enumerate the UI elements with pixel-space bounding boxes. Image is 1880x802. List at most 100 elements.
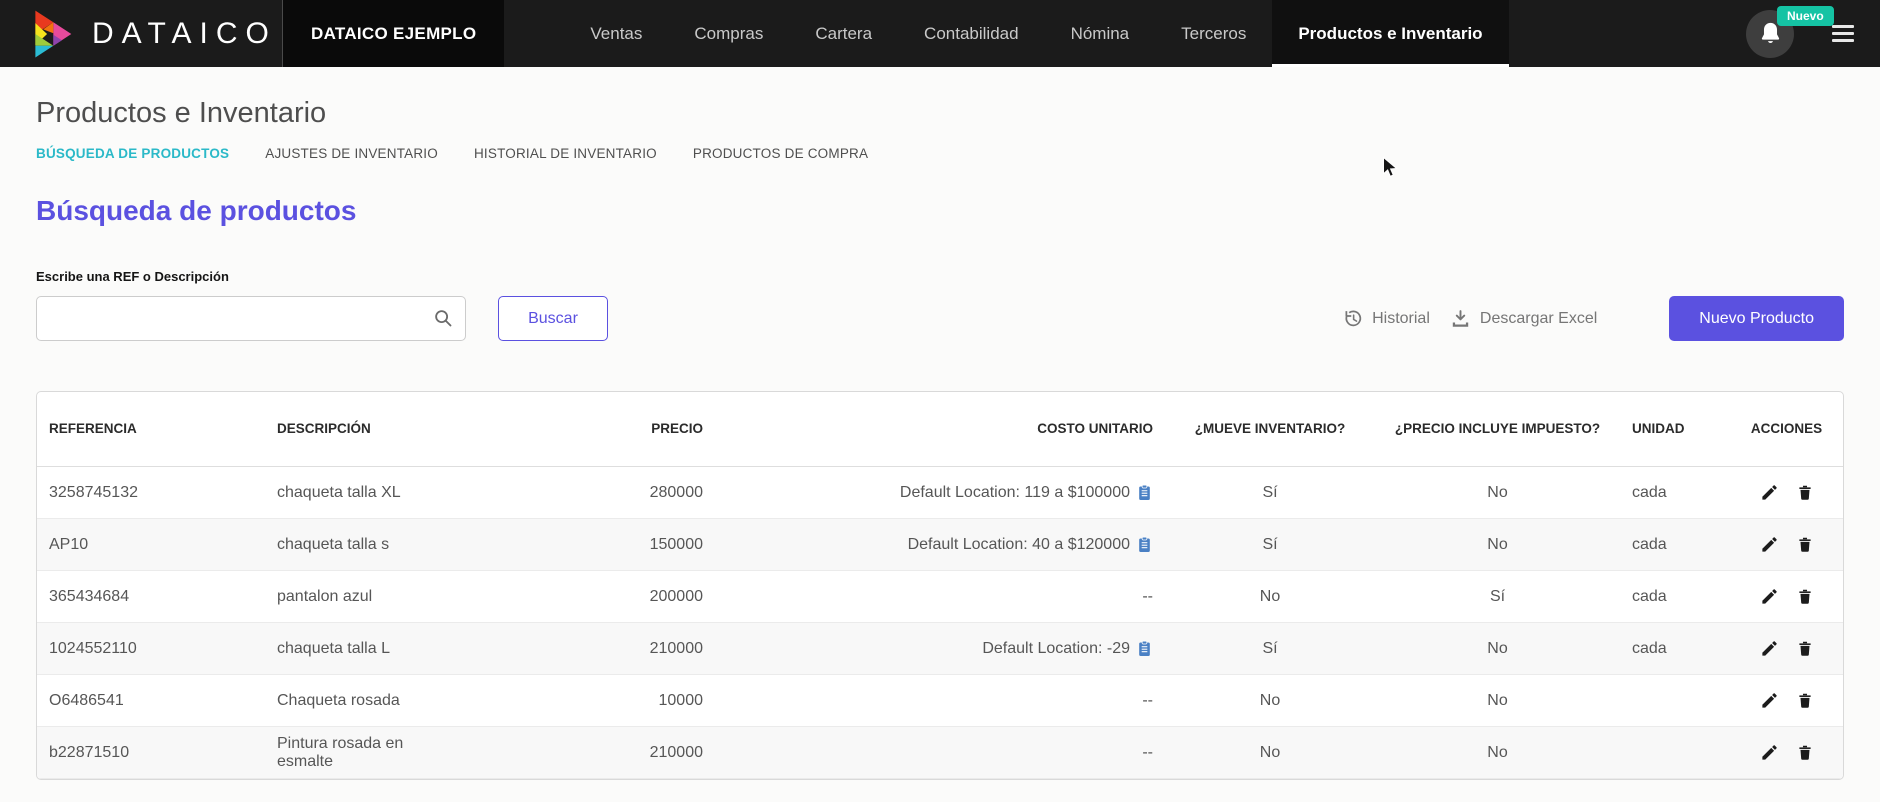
cell-acciones (1730, 467, 1843, 518)
top-navbar: DATAICO DATAICO EJEMPLO Ventas Compras Car… (0, 0, 1880, 67)
nav-item-nomina[interactable]: Nómina (1045, 0, 1156, 67)
historial-label: Historial (1372, 309, 1430, 327)
cell-precio-incluye-impuesto: No (1487, 743, 1508, 761)
table-row: O6486541 Chaqueta rosada 10000 -- No No (37, 675, 1843, 727)
cell-unidad (1620, 675, 1730, 726)
delete-trash-icon[interactable] (1796, 587, 1814, 606)
cell-descripcion: pantalon azul (277, 587, 373, 605)
tab-ajustes-de-inventario[interactable]: AJUSTES DE INVENTARIO (265, 146, 438, 161)
nuevo-producto-button[interactable]: Nuevo Producto (1669, 296, 1844, 341)
costo-text: -- (1142, 587, 1153, 605)
navbar-right: Nuevo (1746, 0, 1854, 67)
column-header-referencia: REFERENCIA (49, 420, 137, 436)
cell-precio-incluye-impuesto: Sí (1489, 587, 1506, 605)
edit-pencil-icon[interactable] (1760, 691, 1779, 710)
costo-text: -- (1142, 743, 1153, 761)
nuevo-badge: Nuevo (1777, 5, 1834, 26)
edit-pencil-icon[interactable] (1760, 587, 1779, 606)
cell-costo-unitario: -- (715, 571, 1165, 622)
nav-item-ventas[interactable]: Ventas (564, 0, 668, 67)
column-header-costo-unitario: COSTO UNITARIO (1037, 420, 1153, 436)
cell-descripcion: chaqueta talla L (277, 639, 390, 657)
column-header-descripcion: DESCRIPCIÓN (277, 420, 371, 436)
products-table: REFERENCIA DESCRIPCIÓN PRECIO COSTO UNITARI… (36, 391, 1844, 780)
cell-acciones (1730, 519, 1843, 570)
brand-logo[interactable]: DATAICO (0, 0, 282, 67)
cell-precio-incluye-impuesto: No (1487, 639, 1508, 657)
cell-acciones (1730, 571, 1843, 622)
section-title: Búsqueda de productos (36, 195, 357, 226)
main-nav: Ventas Compras Cartera Contabilidad Nómina Te… (564, 0, 1509, 67)
nav-item-contabilidad[interactable]: Contabilidad (898, 0, 1045, 67)
download-icon (1450, 308, 1471, 329)
sub-tabs: BÚSQUEDA DE PRODUCTOS AJUSTES DE INVENTAR… (36, 146, 1844, 161)
cell-costo-unitario: Default Location: 40 a $120000 (715, 519, 1165, 570)
column-header-precio: PRECIO (651, 420, 703, 436)
cell-mueve-inventario: Sí (1262, 483, 1278, 501)
delete-trash-icon[interactable] (1796, 743, 1814, 762)
tab-productos-de-compra[interactable]: PRODUCTOS DE COMPRA (693, 146, 868, 161)
cell-descripcion: chaqueta talla s (277, 535, 390, 553)
company-name[interactable]: DATAICO EJEMPLO (282, 0, 505, 67)
cell-costo-unitario: -- (715, 675, 1165, 726)
costo-text: -- (1142, 691, 1153, 709)
cell-precio-incluye-impuesto: No (1487, 535, 1508, 553)
delete-trash-icon[interactable] (1796, 639, 1814, 658)
delete-trash-icon[interactable] (1796, 535, 1814, 554)
page-title: Productos e Inventario (36, 97, 327, 129)
cell-referencia: 1024552110 (49, 639, 137, 657)
descargar-excel-link[interactable]: Descargar Excel (1450, 308, 1597, 329)
inventory-clipboard-icon[interactable] (1136, 639, 1153, 658)
dataico-logo-icon (26, 9, 76, 59)
search-field-label: Escribe una REF o Descripción (36, 269, 229, 284)
cell-precio-incluye-impuesto: No (1487, 483, 1508, 501)
cell-mueve-inventario: No (1259, 743, 1281, 761)
cell-acciones (1730, 675, 1843, 726)
hamburger-menu-icon[interactable] (1832, 25, 1854, 42)
edit-pencil-icon[interactable] (1760, 483, 1779, 502)
cell-precio: 200000 (649, 587, 703, 605)
table-header-row: REFERENCIA DESCRIPCIÓN PRECIO COSTO UNITARI… (37, 392, 1843, 467)
table-row: 1024552110 chaqueta talla L 210000 Default … (37, 623, 1843, 675)
search-input[interactable] (36, 296, 466, 341)
table-row: 365434684 pantalon azul 200000 -- No Sí cada (37, 571, 1843, 623)
notifications-button[interactable]: Nuevo (1746, 5, 1834, 58)
inventory-clipboard-icon[interactable] (1136, 535, 1153, 554)
table-body: 3258745132 chaqueta talla XL 280000 Default… (37, 467, 1843, 779)
cell-precio: 210000 (649, 743, 703, 761)
cell-mueve-inventario: No (1259, 587, 1281, 605)
edit-pencil-icon[interactable] (1760, 639, 1779, 658)
costo-text: Default Location: 40 a $120000 (907, 535, 1130, 553)
delete-trash-icon[interactable] (1796, 483, 1814, 502)
cell-referencia: 365434684 (49, 587, 130, 605)
descargar-excel-label: Descargar Excel (1479, 309, 1598, 327)
cell-precio-incluye-impuesto: No (1487, 691, 1508, 709)
edit-pencil-icon[interactable] (1760, 535, 1779, 554)
cell-precio: 150000 (649, 535, 703, 553)
costo-text: Default Location: 119 a $100000 (899, 483, 1130, 501)
tab-busqueda-de-productos[interactable]: BÚSQUEDA DE PRODUCTOS (36, 146, 229, 161)
cell-unidad (1620, 727, 1730, 778)
nav-item-compras[interactable]: Compras (668, 0, 789, 67)
cell-referencia: O6486541 (49, 691, 124, 709)
nav-item-terceros[interactable]: Terceros (1155, 0, 1272, 67)
search-row: Buscar Historial Descargar Excel Nuevo P… (36, 296, 1844, 341)
edit-pencil-icon[interactable] (1760, 743, 1779, 762)
cell-descripcion: chaqueta talla XL (277, 483, 401, 501)
cell-descripcion: Chaqueta rosada (277, 691, 400, 709)
cell-unidad: cada (1632, 587, 1667, 605)
historial-link[interactable]: Historial (1342, 308, 1430, 329)
tab-historial-de-inventario[interactable]: HISTORIAL DE INVENTARIO (474, 146, 657, 161)
inventory-clipboard-icon[interactable] (1136, 483, 1153, 502)
column-header-unidad: UNIDAD (1632, 420, 1685, 436)
history-icon (1342, 308, 1363, 329)
nav-item-cartera[interactable]: Cartera (789, 0, 898, 67)
delete-trash-icon[interactable] (1796, 691, 1814, 710)
cell-acciones (1730, 727, 1843, 778)
cell-costo-unitario: Default Location: -29 (715, 623, 1165, 674)
cell-acciones (1730, 623, 1843, 674)
cell-unidad: cada (1632, 639, 1667, 657)
cell-precio: 280000 (649, 483, 703, 501)
nav-item-productos-e-inventario[interactable]: Productos e Inventario (1272, 0, 1509, 67)
buscar-button[interactable]: Buscar (498, 296, 608, 341)
